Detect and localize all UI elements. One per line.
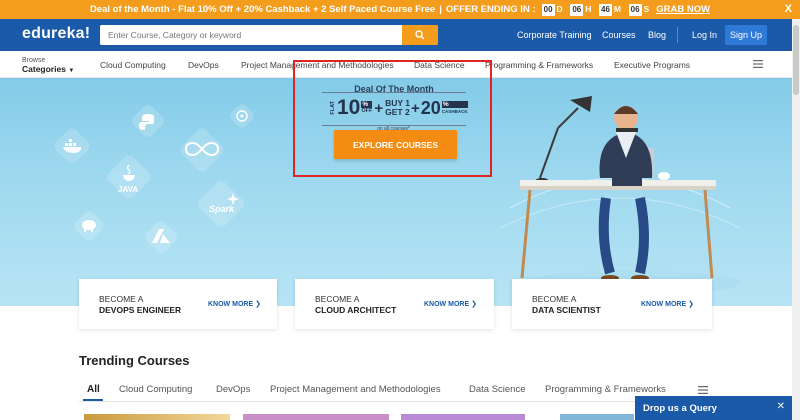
career-card-prefix: BECOME A bbox=[99, 294, 144, 304]
deal-get: GET 2 bbox=[385, 107, 410, 117]
countdown-minutes-unit: M bbox=[613, 3, 621, 14]
cat-devops[interactable]: DevOps bbox=[188, 60, 219, 70]
deal-twenty: 20 bbox=[420, 97, 441, 118]
career-card-cloud[interactable]: BECOME A CLOUD ARCHITECT KNOW MORE ❯ bbox=[295, 279, 494, 329]
course-thumbnail[interactable] bbox=[560, 414, 634, 420]
career-card-prefix: BECOME A bbox=[532, 294, 577, 304]
browse-categories[interactable]: Browse Categories ▼ bbox=[22, 56, 74, 76]
promo-close-button[interactable]: X bbox=[785, 3, 792, 15]
search-icon bbox=[415, 30, 425, 40]
deal-ten-percent: % bbox=[361, 101, 373, 108]
devops-infinity-icon bbox=[184, 141, 220, 157]
java-cup-icon bbox=[123, 164, 135, 181]
trending-courses-title: Trending Courses bbox=[79, 353, 190, 368]
spark-label: Spark bbox=[209, 204, 235, 214]
countdown-seconds-unit: S bbox=[643, 3, 650, 14]
tab-data-science[interactable]: Data Science bbox=[469, 384, 526, 395]
grab-now-link[interactable]: GRAB NOW bbox=[656, 4, 710, 15]
site-header: edureka! Corporate Training Courses Blog… bbox=[0, 19, 800, 51]
promo-offer-label: OFFER ENDING IN : bbox=[445, 4, 536, 15]
deal-offer-line: FLAT 10 % OFF + BUY 1 GET 2 + 20 % CASHB… bbox=[330, 96, 468, 120]
header-divider bbox=[677, 27, 678, 43]
kubernetes-icon bbox=[236, 110, 248, 122]
deal-plus-1: + bbox=[374, 99, 384, 117]
java-label: JAVA bbox=[118, 185, 139, 194]
drop-query-label: Drop us a Query bbox=[643, 402, 717, 414]
tab-cloud-computing[interactable]: Cloud Computing bbox=[119, 384, 192, 395]
nav-courses[interactable]: Courses bbox=[602, 19, 636, 51]
chevron-right-icon: ❯ bbox=[471, 301, 477, 308]
signup-button[interactable]: Sign Up bbox=[725, 25, 767, 45]
nav-blog[interactable]: Blog bbox=[648, 19, 666, 51]
countdown-seconds: 06 bbox=[628, 3, 642, 16]
career-card-title: DEVOPS ENGINEER bbox=[99, 305, 182, 315]
countdown-days-unit: D bbox=[556, 3, 563, 14]
countdown-minutes: 46 bbox=[599, 3, 612, 16]
career-card-devops[interactable]: BECOME A DEVOPS ENGINEER KNOW MORE ❯ bbox=[79, 279, 277, 329]
cat-executive-programs[interactable]: Executive Programs bbox=[614, 60, 690, 70]
tab-programming[interactable]: Programming & Frameworks bbox=[545, 384, 666, 395]
docker-icon bbox=[63, 139, 82, 153]
tabs-divider bbox=[79, 401, 711, 402]
tab-devops[interactable]: DevOps bbox=[216, 384, 250, 395]
explore-courses-button[interactable]: EXPLORE COURSES bbox=[334, 130, 457, 159]
chevron-right-icon: ❯ bbox=[255, 301, 261, 308]
promo-text: Deal of the Month - Flat 10% Off + 20% C… bbox=[89, 4, 436, 15]
deal-off: OFF bbox=[361, 108, 373, 114]
scrollbar-thumb[interactable] bbox=[793, 25, 799, 95]
drop-query-close-icon[interactable]: ✕ bbox=[777, 401, 785, 412]
search-box bbox=[100, 25, 438, 45]
nav-corporate-training[interactable]: Corporate Training bbox=[517, 19, 592, 51]
promo-bar: Deal of the Month - Flat 10% Off + 20% C… bbox=[0, 0, 800, 19]
know-more-link[interactable]: KNOW MORE ❯ bbox=[424, 300, 477, 308]
course-thumbnail[interactable] bbox=[401, 414, 525, 420]
cat-cloud-computing[interactable]: Cloud Computing bbox=[100, 60, 166, 70]
deal-cashback: CASHBACK bbox=[441, 109, 468, 114]
deal-plus-2: + bbox=[411, 99, 420, 117]
search-input[interactable] bbox=[100, 25, 400, 45]
tab-all[interactable]: All bbox=[87, 384, 100, 395]
edureka-logo[interactable]: edureka! bbox=[22, 25, 90, 43]
career-card-title: CLOUD ARCHITECT bbox=[315, 305, 397, 315]
categories-label: Categories ▼ bbox=[22, 64, 75, 75]
chevron-down-icon: ▼ bbox=[68, 68, 75, 74]
search-button[interactable] bbox=[402, 25, 438, 45]
spark-star-icon bbox=[227, 193, 239, 205]
course-thumbnail[interactable] bbox=[84, 414, 230, 420]
course-thumbnail[interactable] bbox=[243, 414, 389, 420]
azure-icon bbox=[152, 229, 170, 243]
countdown-hours: 06 bbox=[570, 3, 584, 16]
career-card-data-scientist[interactable]: BECOME A DATA SCIENTIST KNOW MORE ❯ bbox=[512, 279, 712, 329]
know-more-link[interactable]: KNOW MORE ❯ bbox=[641, 300, 694, 308]
deal-flat: FLAT bbox=[330, 101, 336, 115]
deal-ten: 10 bbox=[337, 96, 361, 119]
python-icon bbox=[139, 114, 154, 130]
desk-scene-illustration bbox=[500, 96, 740, 295]
tab-project-management[interactable]: Project Management and Methodologies bbox=[270, 384, 441, 395]
countdown: 00 D 06 H 46 M 06 S bbox=[540, 3, 653, 16]
countdown-hours-unit: H bbox=[585, 3, 592, 14]
hamburger-menu-icon[interactable] bbox=[753, 60, 763, 68]
promo-separator: | bbox=[439, 4, 442, 15]
deal-twenty-percent: % bbox=[441, 101, 468, 108]
login-link[interactable]: Log In bbox=[692, 19, 717, 51]
page-scrollbar[interactable] bbox=[792, 19, 800, 420]
career-card-title: DATA SCIENTIST bbox=[532, 305, 601, 315]
hadoop-elephant-icon bbox=[82, 220, 96, 232]
tabs-menu-icon[interactable] bbox=[698, 386, 708, 394]
know-more-link[interactable]: KNOW MORE ❯ bbox=[208, 300, 261, 308]
cat-programming[interactable]: Programming & Frameworks bbox=[485, 60, 593, 70]
career-card-prefix: BECOME A bbox=[315, 294, 360, 304]
chevron-right-icon: ❯ bbox=[688, 301, 694, 308]
countdown-days: 00 bbox=[541, 3, 555, 16]
drop-query-widget[interactable]: Drop us a Query ✕ bbox=[635, 396, 792, 420]
